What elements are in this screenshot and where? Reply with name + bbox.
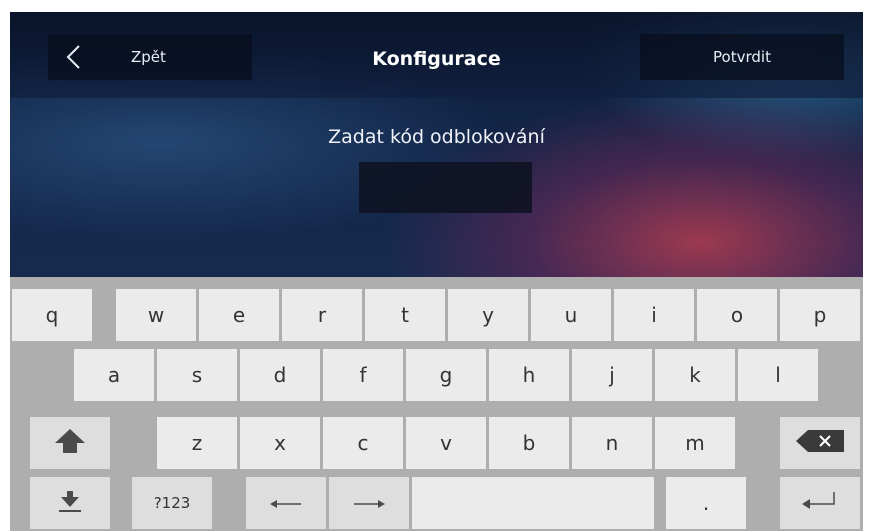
key-label: n (605, 431, 619, 455)
period-key-label: . (702, 491, 710, 515)
key-w[interactable]: w (116, 289, 196, 341)
key-label: c (357, 431, 369, 455)
confirm-label: Potvrdit (713, 48, 771, 66)
key-label: u (564, 303, 578, 327)
key-t[interactable]: t (365, 289, 445, 341)
key-l[interactable]: l (738, 349, 818, 401)
key-j[interactable]: j (572, 349, 652, 401)
key-d[interactable]: d (240, 349, 320, 401)
arrow-right-icon (352, 491, 386, 515)
key-label: y (482, 303, 494, 327)
arrow-left-icon (269, 491, 303, 515)
key-label: l (775, 363, 781, 387)
key-n[interactable]: n (572, 417, 652, 469)
backspace-icon (794, 429, 846, 458)
keyboard-hide-icon (57, 489, 83, 518)
key-label: a (107, 363, 121, 387)
unlock-code-input[interactable] (359, 162, 532, 213)
key-p[interactable]: p (780, 289, 860, 341)
key-label: r (317, 303, 327, 327)
key-i[interactable]: i (614, 289, 694, 341)
backspace-key[interactable] (780, 417, 860, 469)
key-q[interactable]: q (12, 289, 92, 341)
key-label: b (522, 431, 536, 455)
key-label: e (232, 303, 246, 327)
key-x[interactable]: x (240, 417, 320, 469)
symbols-key[interactable]: ?123 (132, 477, 212, 529)
key-label: o (730, 303, 744, 327)
unlock-code-label: Zadat kód odblokování (328, 126, 545, 148)
key-label: d (273, 363, 287, 387)
enter-return-icon (800, 491, 840, 516)
key-label: k (689, 363, 701, 387)
key-label: v (440, 431, 452, 455)
key-label: f (359, 363, 367, 387)
key-g[interactable]: g (406, 349, 486, 401)
shift-up-arrow-icon (53, 427, 87, 460)
key-label: h (522, 363, 536, 387)
key-label: j (609, 363, 615, 387)
key-y[interactable]: y (448, 289, 528, 341)
symbols-key-label: ?123 (153, 494, 191, 512)
key-label: s (191, 363, 203, 387)
key-k[interactable]: k (655, 349, 735, 401)
key-a[interactable]: a (74, 349, 154, 401)
hide-keyboard-key[interactable] (30, 477, 110, 529)
key-z[interactable]: z (157, 417, 237, 469)
key-f[interactable]: f (323, 349, 403, 401)
key-label: q (45, 303, 59, 327)
shift-key[interactable] (30, 417, 110, 469)
key-s[interactable]: s (157, 349, 237, 401)
confirm-button[interactable]: Potvrdit (640, 34, 844, 80)
key-o[interactable]: o (697, 289, 777, 341)
key-label: m (685, 431, 705, 455)
key-label: x (274, 431, 286, 455)
cursor-right-key[interactable] (329, 477, 409, 529)
key-c[interactable]: c (323, 417, 403, 469)
key-label: i (651, 303, 657, 327)
key-label: w (147, 303, 165, 327)
key-r[interactable]: r (282, 289, 362, 341)
period-key[interactable]: . (666, 477, 746, 529)
space-key[interactable] (412, 477, 654, 529)
key-b[interactable]: b (489, 417, 569, 469)
key-label: p (813, 303, 827, 327)
on-screen-keyboard: q w e r t y u i o p a s d f g h j k l z … (10, 277, 863, 531)
key-e[interactable]: e (199, 289, 279, 341)
key-u[interactable]: u (531, 289, 611, 341)
key-label: g (439, 363, 453, 387)
key-m[interactable]: m (655, 417, 735, 469)
enter-key[interactable] (780, 477, 860, 529)
device-screen: Zpět Konfigurace Potvrdit Zadat kód odbl… (10, 12, 863, 531)
key-label: t (401, 303, 409, 327)
key-v[interactable]: v (406, 417, 486, 469)
key-h[interactable]: h (489, 349, 569, 401)
key-label: z (191, 431, 203, 455)
cursor-left-key[interactable] (246, 477, 326, 529)
